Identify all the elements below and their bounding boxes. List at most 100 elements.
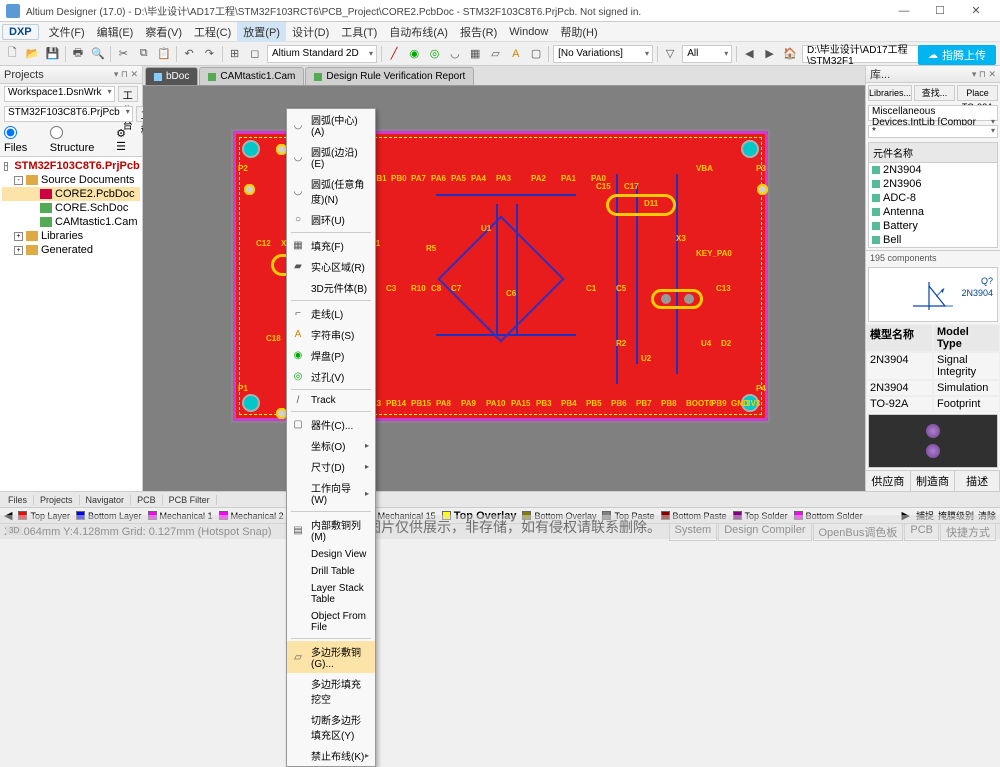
panel-tab[interactable]: PCB Filter [163, 495, 217, 505]
menu-item[interactable]: ◡圆弧(中心)(A) [287, 109, 375, 141]
menu-item[interactable]: ▱多边形敷铜(G)... [287, 641, 375, 673]
poly-icon[interactable]: ▱ [487, 45, 503, 63]
zoom-fit-icon[interactable]: ⊞ [226, 45, 242, 63]
via-icon[interactable]: ◎ [426, 45, 442, 63]
menu-Window[interactable]: Window [503, 24, 554, 40]
menu-item[interactable]: Design View [287, 546, 375, 563]
place-btn[interactable]: Place TO-92A [957, 85, 998, 101]
tree-item[interactable]: -STM32F103C8T6.PrjPcb * [2, 159, 140, 173]
menu-放置(P)[interactable]: 放置(P) [237, 22, 286, 42]
menu-DXP[interactable]: DXP [2, 24, 39, 40]
menu-item[interactable]: 多边形填充挖空 [287, 673, 375, 709]
undo-icon[interactable]: ↶ [181, 45, 197, 63]
project-tree[interactable]: -STM32F103C8T6.PrjPcb *-Source Documents… [0, 156, 142, 491]
fill-icon[interactable]: ▦ [467, 45, 483, 63]
menu-item[interactable]: 工作向导(W)▸ [287, 477, 375, 509]
structure-radio[interactable]: Structure [50, 126, 108, 154]
doc-tab[interactable]: Design Rule Verification Report [305, 67, 474, 85]
component-list[interactable]: 元件名称 2N39042N3906ADC-8AntennaBatteryBell [868, 142, 998, 248]
menu-item[interactable]: ◉焊盘(P) [287, 345, 375, 366]
files-radio[interactable]: Files [4, 126, 42, 154]
menu-item[interactable]: A字符串(S) [287, 324, 375, 345]
menu-工程(C)[interactable]: 工程(C) [188, 22, 237, 42]
nav-back-icon[interactable]: ◀ [741, 45, 757, 63]
libraries-btn[interactable]: Libraries... [868, 85, 912, 101]
redo-icon[interactable]: ↷ [201, 45, 217, 63]
left-bottom-tabs[interactable]: FilesProjectsNavigatorPCBPCB Filter [0, 491, 1000, 507]
tree-item[interactable]: +Libraries [2, 229, 140, 243]
info-tab[interactable]: 供应商 [866, 471, 911, 491]
panel-tab[interactable]: Files [2, 495, 34, 505]
preview-icon[interactable]: 🔍 [90, 45, 106, 63]
text-icon[interactable]: A [508, 45, 524, 63]
zoom-sel-icon[interactable]: ◻ [247, 45, 263, 63]
menu-item[interactable]: 坐标(O)▸ [287, 435, 375, 456]
copy-icon[interactable]: ⧉ [136, 45, 152, 63]
menu-自动布线(A)[interactable]: 自动布线(A) [383, 22, 454, 42]
doc-tab[interactable]: bDoc [145, 67, 198, 85]
component-item[interactable]: 2N3906 [869, 177, 997, 191]
nav-fwd-icon[interactable]: ▶ [761, 45, 777, 63]
paste-icon[interactable]: 📋 [156, 45, 172, 63]
model-grid[interactable]: 模型名称Model Type2N3904Signal Integrity2N39… [866, 324, 1000, 412]
filter-field[interactable]: * [868, 125, 998, 138]
component-item[interactable]: Antenna [869, 205, 997, 219]
track-icon[interactable]: ╱ [386, 45, 402, 63]
component-item[interactable]: Bell [869, 233, 997, 247]
menu-item[interactable]: ◡圆弧(任意角度)(N) [287, 173, 375, 209]
variations-combo[interactable]: [No Variations] [553, 45, 653, 63]
panel-menu-icon[interactable]: ▾ ⊓ ✕ [114, 69, 138, 80]
menu-编辑(E)[interactable]: 编辑(E) [91, 22, 140, 42]
search-btn[interactable]: 查找... [914, 85, 955, 101]
menu-item[interactable]: ◎过孔(V) [287, 366, 375, 387]
tree-item[interactable]: +Generated [2, 243, 140, 257]
tree-item[interactable]: CORE.SchDoc [2, 201, 140, 215]
info-tab[interactable]: 制造商 [911, 471, 956, 491]
menu-item[interactable]: 3D元件体(B) [287, 277, 375, 298]
menu-item[interactable]: ◡圆弧(边沿)(E) [287, 141, 375, 173]
menu-察看(V)[interactable]: 察看(V) [139, 22, 188, 42]
menu-item[interactable]: /Track [287, 392, 375, 409]
view-mode-combo[interactable]: Altium Standard 2D [267, 45, 377, 63]
component-item[interactable]: ADC-8 [869, 191, 997, 205]
menu-item[interactable]: ▤内部敷铜列(M) [287, 514, 375, 546]
workspace-combo[interactable]: Workspace1.DsnWrk [4, 86, 115, 102]
tree-item[interactable]: CORE2.PcbDoc [2, 187, 140, 201]
panel-tab[interactable]: Navigator [80, 495, 132, 505]
menu-item[interactable]: ○圆环(U) [287, 209, 375, 230]
menu-item[interactable]: Object From File [287, 608, 375, 636]
menu-报告(R)[interactable]: 报告(R) [454, 22, 503, 42]
filter-icon[interactable]: ▽ [662, 45, 678, 63]
home-icon[interactable]: 🏠 [782, 45, 798, 63]
arc-icon[interactable]: ◡ [447, 45, 463, 63]
save-icon[interactable]: 💾 [45, 45, 61, 63]
filter-combo[interactable]: All [682, 45, 732, 63]
info-tab[interactable]: 描述 [955, 471, 1000, 491]
menu-设计(D)[interactable]: 设计(D) [286, 22, 335, 42]
workspace-button[interactable]: 工作台 [118, 86, 138, 102]
component-item[interactable]: 2N3904 [869, 163, 997, 177]
upload-button[interactable]: ☁ 指腾上传 [918, 45, 996, 65]
print-icon[interactable]: 🖶 [70, 45, 86, 63]
tree-item[interactable]: -Source Documents [2, 173, 140, 187]
place-menu-dropdown[interactable]: ◡圆弧(中心)(A)◡圆弧(边沿)(E)◡圆弧(任意角度)(N)○圆环(U)▦填… [286, 108, 376, 767]
menu-帮助(H)[interactable]: 帮助(H) [554, 22, 603, 42]
close-button[interactable]: ✕ [958, 1, 994, 21]
menu-item[interactable]: ⌐走线(L) [287, 303, 375, 324]
menu-item[interactable]: Layer Stack Table [287, 580, 375, 608]
menu-item[interactable]: 尺寸(D)▸ [287, 456, 375, 477]
component-item[interactable]: Battery [869, 219, 997, 233]
panel-tab[interactable]: PCB [131, 495, 163, 505]
doc-tab[interactable]: CAMtastic1.Cam [199, 67, 304, 85]
comp-icon[interactable]: ▢ [528, 45, 544, 63]
cut-icon[interactable]: ✂ [115, 45, 131, 63]
project-combo[interactable]: STM32F103C8T6.PrjPcb [4, 106, 133, 122]
info-tabs[interactable]: 供应商制造商描述 [866, 470, 1000, 491]
menu-item[interactable]: ▰实心区域(R) [287, 256, 375, 277]
menu-item[interactable]: 切断多边形填充区(Y) [287, 709, 375, 745]
menu-文件(F)[interactable]: 文件(F) [43, 22, 91, 42]
menu-item[interactable]: ▢器件(C)... [287, 414, 375, 435]
pad-icon[interactable]: ◉ [406, 45, 422, 63]
minimize-button[interactable]: — [886, 1, 922, 21]
menu-item[interactable]: Drill Table [287, 563, 375, 580]
